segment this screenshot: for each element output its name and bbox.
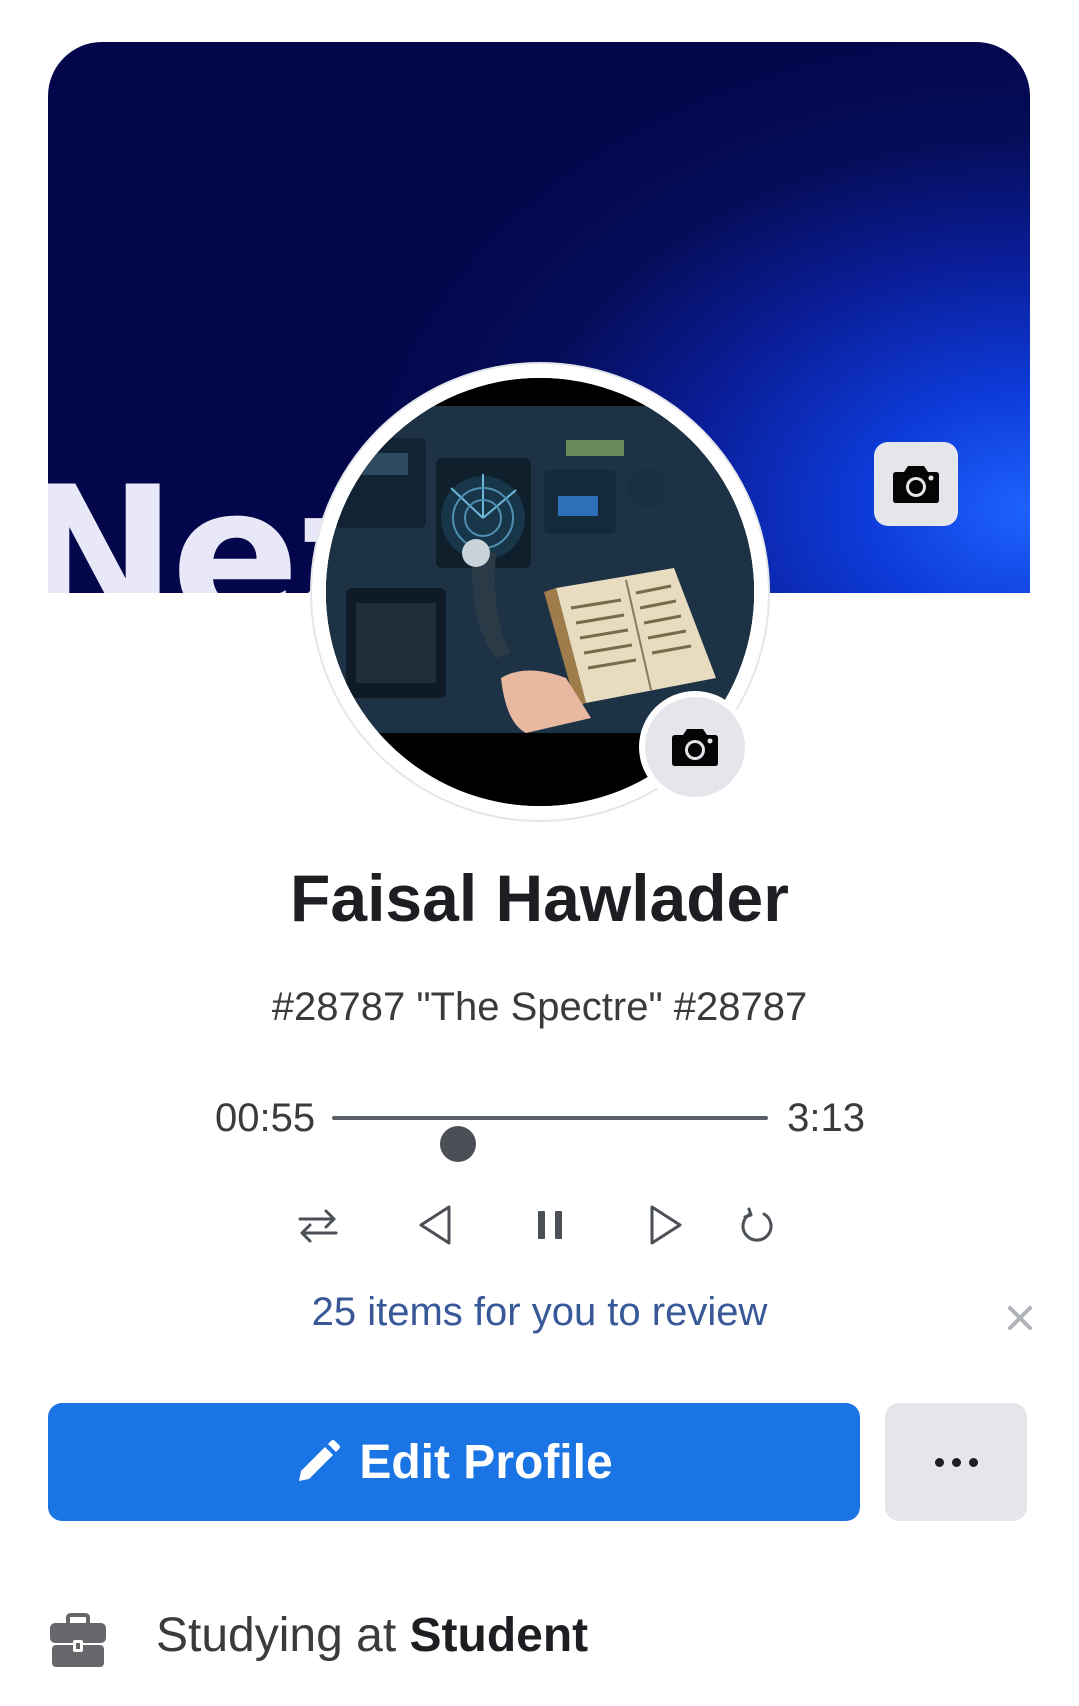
profile-name: Faisal Hawlader bbox=[290, 861, 789, 935]
education-place[interactable]: Student bbox=[410, 1609, 589, 1662]
briefcase-icon bbox=[50, 1613, 106, 1667]
review-items-link[interactable]: 25 items for you to review bbox=[0, 1290, 1079, 1335]
pause-button[interactable] bbox=[520, 1195, 580, 1255]
education-info-row: Studying at Student bbox=[48, 1608, 1028, 1678]
repeat-button[interactable] bbox=[727, 1195, 787, 1255]
previous-button[interactable] bbox=[405, 1195, 465, 1255]
education-prefix: Studying at bbox=[156, 1609, 410, 1662]
profile-bio: #28787 "The Spectre" #28787 bbox=[271, 985, 808, 1029]
more-icon bbox=[931, 1457, 982, 1467]
shuffle-icon bbox=[298, 1209, 338, 1243]
more-options-button[interactable] bbox=[885, 1403, 1027, 1521]
edit-profile-button[interactable]: Edit Profile bbox=[48, 1403, 860, 1521]
shuffle-button[interactable] bbox=[288, 1195, 348, 1255]
pause-icon bbox=[538, 1211, 562, 1239]
progress-track[interactable] bbox=[332, 1116, 768, 1162]
dismiss-review-button[interactable] bbox=[1000, 1298, 1040, 1338]
edit-profile-label: Edit Profile bbox=[359, 1435, 613, 1489]
player-controls bbox=[0, 1195, 1079, 1255]
total-time: 3:13 bbox=[787, 1096, 865, 1140]
edit-cover-photo-button[interactable] bbox=[874, 442, 958, 526]
previous-icon bbox=[419, 1205, 451, 1245]
pencil-icon bbox=[299, 1440, 341, 1481]
edit-profile-picture-button[interactable] bbox=[645, 697, 745, 797]
next-icon bbox=[650, 1205, 682, 1245]
next-button[interactable] bbox=[636, 1195, 696, 1255]
camera-icon bbox=[893, 466, 939, 503]
current-time: 00:55 bbox=[215, 1096, 316, 1140]
profile-music-player: 00:55 3:13 bbox=[215, 1090, 865, 1162]
education-text: Studying at Student bbox=[156, 1608, 588, 1663]
camera-icon bbox=[672, 729, 718, 766]
progress-thumb[interactable] bbox=[440, 1126, 477, 1162]
close-icon bbox=[1008, 1306, 1032, 1330]
repeat-icon bbox=[741, 1207, 773, 1242]
